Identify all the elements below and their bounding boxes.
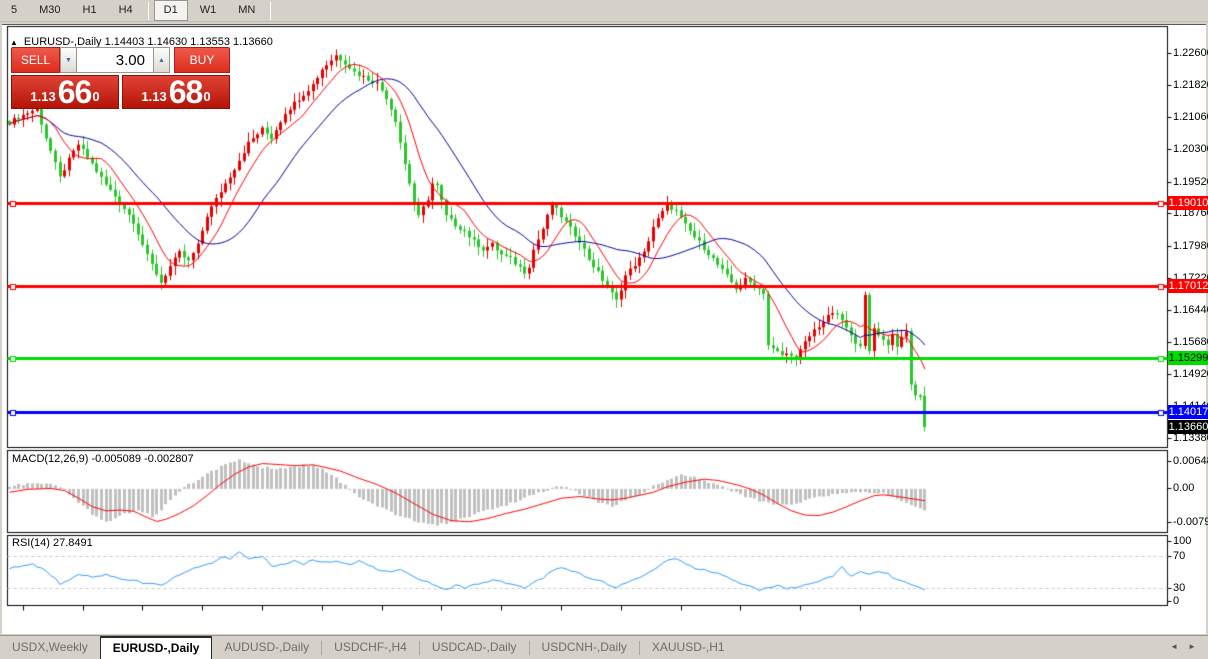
toolbar-separator (270, 2, 271, 20)
chart-tab-usdx-weekly[interactable]: USDX,Weekly (0, 637, 100, 658)
price-axis-label: 1.19520 (1173, 176, 1208, 188)
rsi-axis-label: 30 (1173, 582, 1185, 594)
chart-tab-usdchf-h4[interactable]: USDCHF-,H4 (322, 637, 419, 658)
buy-price-point: 0 (203, 76, 210, 118)
chart-tab-eurusd-daily[interactable]: EURUSD-,Daily (100, 636, 213, 659)
price-level-tag: 1.19010 (1168, 196, 1208, 210)
one-click-trading-widget: SELL ▼ 3.00 ▲ BUY 1.13 66 0 1.13 68 0 (11, 47, 230, 109)
timeframe-button-h4[interactable]: H4 (109, 0, 143, 21)
rsi-indicator-label: RSI(14) 27.8491 (12, 537, 93, 549)
volume-increase-button[interactable]: ▲ (153, 47, 170, 73)
rsi-axis-label: 0 (1173, 595, 1179, 607)
buy-price-prefix: 1.13 (141, 87, 166, 107)
price-axis-label: 1.16440 (1173, 304, 1208, 316)
chart-tab-bar: USDX,WeeklyEURUSD-,DailyAUDUSD-,DailyUSD… (0, 635, 1208, 659)
price-level-tag: 1.17012 (1168, 279, 1208, 293)
collapse-triangle-icon[interactable]: ▲ (10, 38, 18, 47)
price-level-tag: 1.15299 (1168, 351, 1208, 365)
chart-tab-xauusd-h1[interactable]: XAUUSD-,H1 (640, 637, 737, 658)
price-axis-label: 1.13380 (1173, 432, 1208, 444)
timeframe-toolbar: 5M30H1H4 D1W1MN (0, 0, 1208, 22)
sell-price-point: 0 (92, 76, 99, 118)
volume-input[interactable]: 3.00 (77, 47, 153, 73)
sell-button[interactable]: SELL (11, 47, 60, 73)
price-axis-label: 1.22600 (1173, 47, 1208, 59)
volume-decrease-button[interactable]: ▼ (60, 47, 77, 73)
macd-axis-label: 0.00 (1173, 482, 1194, 494)
price-axis-label: 1.21820 (1173, 79, 1208, 91)
price-level-tag: 1.13660 (1168, 420, 1208, 434)
timeframe-button-d1[interactable]: D1 (154, 0, 188, 21)
price-axis-label: 1.20300 (1173, 143, 1208, 155)
tab-scroll-right-icon[interactable]: ► (1188, 642, 1196, 652)
tab-nav: ◄► (1170, 636, 1208, 652)
macd-axis-label: 0.006485 (1173, 455, 1208, 467)
macd-axis-label: -0.007947 (1173, 516, 1208, 528)
chart-tab-usdcad-daily[interactable]: USDCAD-,Daily (420, 637, 529, 658)
sell-price-pips: 66 (58, 77, 92, 107)
timeframe-button-h1[interactable]: H1 (73, 0, 107, 21)
rsi-axis-label: 100 (1173, 535, 1191, 547)
tab-scroll-left-icon[interactable]: ◄ (1170, 642, 1178, 652)
timeframe-button-m30[interactable]: M30 (29, 0, 70, 21)
chart-tab-audusd-daily[interactable]: AUDUSD-,Daily (212, 637, 321, 658)
chart-tab-usdcnh-daily[interactable]: USDCNH-,Daily (530, 637, 639, 658)
macd-indicator-label: MACD(12,26,9) -0.005089 -0.002807 (12, 453, 194, 465)
price-axis-label: 1.15680 (1173, 336, 1208, 348)
timeframe-button-mn[interactable]: MN (228, 0, 265, 21)
sell-price-panel[interactable]: 1.13 66 0 (11, 75, 119, 109)
price-level-tag: 1.14017 (1168, 405, 1208, 419)
price-axis-label: 1.21060 (1173, 111, 1208, 123)
buy-button[interactable]: BUY (174, 47, 230, 73)
toolbar-separator (148, 2, 149, 20)
timeframe-button-w1[interactable]: W1 (190, 0, 227, 21)
mt4-window: 5M30H1H4 D1W1MN ▲ EURUSD-,Daily 1.14403 1… (0, 0, 1208, 659)
rsi-axis-label: 70 (1173, 550, 1185, 562)
timeframe-button-5[interactable]: 5 (1, 0, 27, 21)
chart-client-area: ▲ EURUSD-,Daily 1.14403 1.14630 1.13553 … (2, 24, 1206, 634)
sell-price-prefix: 1.13 (30, 87, 55, 107)
buy-price-pips: 68 (169, 77, 203, 107)
price-axis-label: 1.14920 (1173, 368, 1208, 380)
price-axis-label: 1.17980 (1173, 240, 1208, 252)
buy-price-panel[interactable]: 1.13 68 0 (122, 75, 230, 109)
price-chart-canvas[interactable] (2, 25, 1206, 635)
